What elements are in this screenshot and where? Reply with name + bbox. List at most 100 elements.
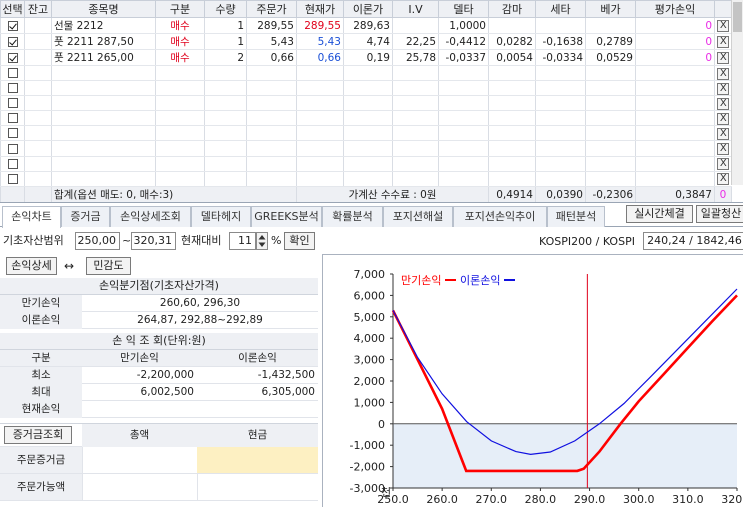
swap-icon[interactable]: ↔: [64, 257, 74, 275]
col-header[interactable]: 종목명: [51, 0, 156, 18]
empty-cell: [155, 156, 205, 172]
total-delta: 0,4914: [488, 185, 536, 202]
select-cell[interactable]: [0, 49, 25, 66]
empty-cell: [24, 125, 52, 142]
col-header[interactable]: I.V: [392, 0, 439, 18]
col-header[interactable]: 델타: [438, 0, 489, 18]
select-cell[interactable]: [0, 140, 25, 157]
pnl-chart[interactable]: 7,000 6,000 5,000 4,000 3,000 2,000 1,000 0 -1,0…: [322, 254, 743, 507]
empty-cell: [204, 156, 247, 172]
remove-row-button[interactable]: X: [717, 127, 730, 140]
instrument-name[interactable]: 선물 2212: [51, 17, 156, 34]
remove-cell: X: [714, 171, 732, 187]
margin-query-button[interactable]: 증거금조회: [4, 426, 72, 444]
sensitivity-button[interactable]: 민감도: [86, 257, 131, 275]
col-header[interactable]: 이론가: [343, 0, 393, 18]
select-cell[interactable]: [0, 33, 25, 50]
select-cell[interactable]: [0, 125, 25, 142]
col-header[interactable]: 수량: [204, 0, 247, 18]
range-to-input[interactable]: 320,31: [131, 232, 176, 250]
select-checkbox[interactable]: [7, 36, 18, 47]
select-cell[interactable]: [0, 80, 25, 97]
tab-pnl-chart[interactable]: 손익차트: [2, 206, 61, 228]
empty-cell: [246, 80, 297, 97]
vertical-scrollbar[interactable]: [731, 0, 743, 185]
select-cell[interactable]: [0, 156, 25, 172]
tab-greeks[interactable]: GREEKS분석: [251, 206, 322, 227]
empty-row[interactable]: X: [0, 65, 732, 82]
select-checkbox[interactable]: [7, 98, 18, 109]
remove-row-button[interactable]: X: [717, 112, 730, 125]
empty-row[interactable]: X: [0, 140, 732, 157]
position-row[interactable]: 선물 2212 매수 1 289,55 289,55 289,63 1,0000 0 X: [0, 17, 732, 34]
tab-pnl-detail[interactable]: 손익상세조회: [110, 206, 191, 227]
empty-row[interactable]: X: [0, 110, 732, 127]
empty-cell: [438, 156, 489, 172]
scrollbar-thumb[interactable]: [733, 2, 742, 32]
select-checkbox[interactable]: [7, 143, 18, 154]
pnl-col-expiry: 만기손익: [120, 352, 159, 364]
select-checkbox[interactable]: [7, 128, 18, 139]
select-checkbox[interactable]: [7, 113, 18, 124]
margin-header: 증거금조회 총액 현금: [0, 423, 318, 447]
instrument-name[interactable]: 풋 2211 287,50: [51, 33, 156, 50]
realtime-button[interactable]: 실시간체결: [626, 205, 693, 223]
col-header[interactable]: 주문가: [246, 0, 297, 18]
remove-row-button[interactable]: X: [717, 20, 730, 32]
col-header[interactable]: 평가손익: [635, 0, 715, 18]
empty-row[interactable]: X: [0, 95, 732, 112]
col-header[interactable]: 베가: [585, 0, 636, 18]
instrument-name[interactable]: 풋 2211 265,00: [51, 49, 156, 66]
batch-close-button[interactable]: 일괄청산: [696, 205, 743, 223]
tab-pattern[interactable]: 패턴분석: [547, 206, 605, 227]
select-checkbox[interactable]: [7, 173, 18, 184]
remove-row-button[interactable]: X: [717, 158, 730, 171]
tab-delta-hedge[interactable]: 델타헤지: [191, 206, 251, 227]
pnl-detail-button[interactable]: 손익상세: [6, 257, 57, 275]
select-cell[interactable]: [0, 17, 25, 34]
select-checkbox[interactable]: [7, 20, 18, 31]
select-checkbox[interactable]: [7, 158, 18, 169]
col-header[interactable]: 구분: [155, 0, 205, 18]
empty-row[interactable]: X: [0, 125, 732, 142]
tab-position-explain[interactable]: 포지션해설: [383, 206, 453, 227]
remove-row-button[interactable]: X: [717, 82, 730, 95]
select-checkbox[interactable]: [7, 52, 18, 63]
select-cell[interactable]: [0, 171, 25, 187]
empty-cell: [343, 65, 393, 82]
select-cell[interactable]: [0, 65, 25, 82]
percent-spinner[interactable]: [256, 232, 268, 250]
theta-cell: -0,0334: [535, 49, 586, 66]
remove-row-button[interactable]: X: [717, 67, 730, 80]
tab-probability[interactable]: 확률분석: [322, 206, 383, 227]
col-header[interactable]: 세타: [535, 0, 586, 18]
empty-row[interactable]: X: [0, 171, 732, 187]
remove-row-button[interactable]: X: [717, 173, 730, 186]
empty-row[interactable]: X: [0, 80, 732, 97]
col-header[interactable]: 감마: [488, 0, 536, 18]
col-header[interactable]: 현재가: [296, 0, 344, 18]
pnl-max-theory: 6,305,000: [261, 386, 315, 398]
remove-row-button[interactable]: X: [717, 97, 730, 110]
empty-cell: [296, 171, 344, 187]
range-from-input[interactable]: 250,00: [75, 232, 120, 250]
empty-row[interactable]: X: [0, 156, 732, 172]
confirm-button[interactable]: 확인: [284, 232, 315, 250]
percent-input[interactable]: 11: [229, 232, 256, 250]
remove-row-button[interactable]: X: [717, 143, 730, 156]
position-row[interactable]: 풋 2211 265,00 매수 2 0,66 0,66 0,19 25,78 -0,0337…: [0, 49, 732, 66]
pnl-max-label: 최대: [0, 384, 82, 401]
tab-position-trend[interactable]: 포지션손익추이: [453, 206, 547, 227]
remove-row-button[interactable]: X: [717, 36, 730, 48]
col-header[interactable]: 잔고: [24, 0, 52, 18]
empty-cell: [535, 95, 586, 112]
col-header[interactable]: 선택: [0, 0, 25, 18]
select-checkbox[interactable]: [7, 83, 18, 94]
select-cell[interactable]: [0, 95, 25, 112]
empty-cell: [535, 110, 586, 127]
select-cell[interactable]: [0, 110, 25, 127]
tab-margin[interactable]: 증거금: [61, 206, 110, 227]
remove-row-button[interactable]: X: [717, 52, 730, 64]
position-row[interactable]: 풋 2211 287,50 매수 1 5,43 5,43 4,74 22,25 -0,4412…: [0, 33, 732, 50]
select-checkbox[interactable]: [7, 68, 18, 79]
